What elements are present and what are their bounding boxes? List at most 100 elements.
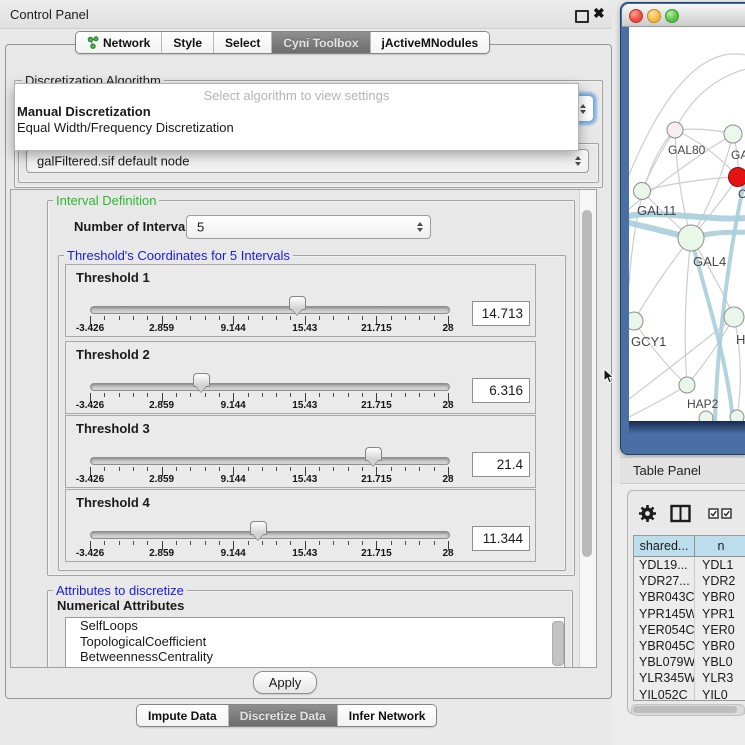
cell-name: YER0 [695,622,735,638]
algorithm-option-manual[interactable]: Manual Discretization [17,104,151,119]
slider-ticks [90,541,448,551]
slider-thumb[interactable] [250,521,267,535]
network-node[interactable] [634,183,651,200]
node-table: shared... n YDL19...YDL1YDR27...YDR2YBR0… [633,535,745,701]
threshold-value-field[interactable]: 21.4 [472,452,530,477]
slider-tick-label: 15.43 [292,400,317,411]
network-node[interactable] [678,225,704,251]
slider-track[interactable] [90,531,450,539]
table-row[interactable]: YPR145WYPR1 [634,606,745,622]
network-node[interactable] [699,411,713,421]
num-intervals-label: Number of Intervals [74,219,196,234]
table-row[interactable]: YLR345WYLR3 [634,670,745,686]
table-horizontal-scrollbar[interactable] [631,704,745,716]
tab-label: jActiveMNodules [382,36,479,50]
tab-cyni-toolbox[interactable]: Cyni Toolbox [271,32,369,53]
tab-impute-data[interactable]: Impute Data [137,705,228,726]
tab-jactivemnodules[interactable]: jActiveMNodules [370,32,490,53]
threshold-label: Threshold 4 [76,495,150,510]
table-data-select[interactable]: galFiltered.sif default node [26,149,589,173]
table-row[interactable]: YER054CYER0 [634,622,745,638]
settings-gear-icon[interactable] [638,504,657,523]
interval-definition-label: Interval Definition [53,193,159,208]
close-traffic-light-icon[interactable] [629,9,643,23]
slider-thumb[interactable] [365,447,382,461]
slider-track[interactable] [90,457,450,465]
algorithm-option-equal-width[interactable]: Equal Width/Frequency Discretization [17,120,234,135]
algorithm-dropdown-popup: Select algorithm to view settings Manual… [14,83,579,151]
table-row[interactable]: YBR043CYBR0 [634,589,745,605]
network-node[interactable] [730,410,744,421]
zoom-traffic-light-icon[interactable] [665,9,679,23]
close-icon[interactable]: ✖ [593,5,605,22]
attribute-list-item[interactable]: SelfLoops [66,618,564,634]
numerical-attributes-label: Numerical Attributes [57,598,184,613]
num-intervals-value: 5 [197,220,204,235]
network-node[interactable] [629,312,643,330]
network-node[interactable] [724,125,742,143]
network-node[interactable] [667,122,683,138]
table-row[interactable]: YDL19...YDL1 [634,557,745,573]
table-row[interactable]: YBR045CYBR0 [634,638,745,654]
attribute-list-item[interactable]: TopologicalCoefficient [66,634,564,650]
network-icon [87,36,99,49]
settings-scrollbar-thumb[interactable] [582,210,592,557]
cell-name: YPR1 [695,606,735,622]
tab-infer-network[interactable]: Infer Network [337,705,437,726]
column-view-icon[interactable] [670,504,691,523]
slider-tick-label: 15.43 [292,548,317,559]
unselect-all-icon[interactable] [721,508,732,519]
algorithm-dropdown-hint: Select algorithm to view settings [15,88,578,103]
float-window-icon[interactable] [575,10,589,23]
column-header-name[interactable]: n [695,536,745,556]
threshold-value-field[interactable]: 6.316 [472,378,530,403]
control-panel-titlebar: Control Panel ✖ [0,0,612,29]
slider-thumb[interactable] [193,373,210,387]
settings-scroll-viewport: Interval Definition Number of Intervals … [10,189,597,668]
tab-discretize-data[interactable]: Discretize Data [228,705,337,726]
table-row[interactable]: YDR27...YDR2 [634,573,745,589]
slider-thumb[interactable] [289,296,306,310]
cell-shared-name: YPR145W [634,606,695,622]
minimize-traffic-light-icon[interactable] [647,9,661,23]
apply-button[interactable]: Apply [253,671,317,694]
network-node-label: GCY1 [631,334,666,349]
mouse-cursor [602,368,616,386]
threshold-value-field[interactable]: 11.344 [472,526,530,551]
slider-tick-label: 2.859 [149,548,174,559]
slider-tick-label: -3.426 [76,474,104,485]
network-canvas[interactable]: GAL80GACGAL11GAL4GCY1HHAP2 [629,27,745,421]
tab-label: Style [173,36,202,50]
cell-name: YBL0 [695,654,733,670]
stepper-arrows-icon [417,222,423,232]
attribute-list-item[interactable]: BetweennessCentrality [66,649,564,665]
slider-tick-label: 15.43 [292,474,317,485]
cell-shared-name: YBL079W [634,654,695,670]
tab-select[interactable]: Select [213,32,271,53]
network-node[interactable] [729,168,745,187]
numerical-attributes-list[interactable]: SelfLoopsTopologicalCoefficientBetweenne… [65,617,565,668]
table-row[interactable]: YBL079WYBL0 [634,654,745,670]
cell-shared-name: YDR27... [634,573,695,589]
slider-tick-label: 9.144 [221,548,246,559]
column-header-shared-name[interactable]: shared... [634,536,695,556]
slider-track[interactable] [90,306,450,314]
attributes-list-scrollbar[interactable] [552,621,564,666]
table-row[interactable]: YIL052CYIL0 [634,687,745,702]
num-intervals-select[interactable]: 5 [186,215,431,239]
cell-name: YDR2 [695,573,735,589]
network-node[interactable] [724,307,744,327]
slider-ticks [90,393,448,403]
network-node[interactable] [679,377,695,393]
threshold-label: Threshold 2 [76,347,150,362]
tab-style[interactable]: Style [161,32,213,53]
threshold-label: Threshold 1 [76,270,150,285]
slider-tick-label: 28 [442,323,453,334]
slider-track[interactable] [90,383,450,391]
table-panel-body: shared... n YDL19...YDL1YDR27...YDR2YBR0… [627,490,745,714]
table-data-selected-value: galFiltered.sif default node [37,154,189,169]
threshold-value-field[interactable]: 14.713 [472,301,530,326]
cell-shared-name: YIL052C [634,687,695,702]
select-all-icon[interactable] [708,508,719,519]
tab-network[interactable]: Network [76,32,161,53]
